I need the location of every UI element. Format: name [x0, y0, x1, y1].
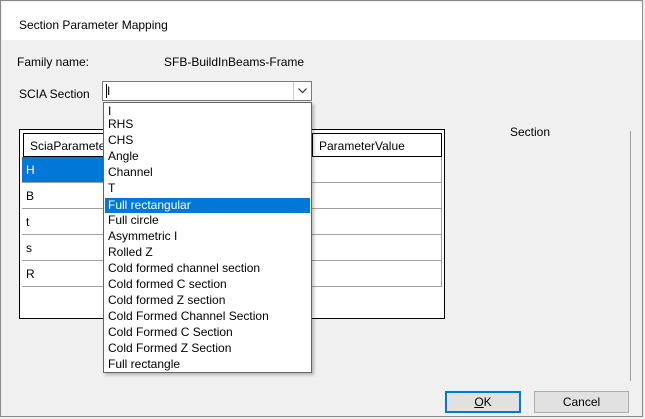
family-name-label: Family name: — [17, 55, 90, 69]
grid-value-cell[interactable] — [312, 209, 442, 235]
grid-value-cell[interactable] — [312, 235, 442, 261]
dropdown-option[interactable]: Cold formed channel section — [105, 262, 310, 275]
family-name-value: SFB-BuildInBeams-Frame — [164, 55, 305, 69]
grid-value-cell[interactable] — [312, 157, 442, 183]
cancel-button[interactable]: Cancel — [534, 391, 629, 413]
dialog-title: Section Parameter Mapping — [19, 18, 168, 32]
grid-cell-t[interactable]: t — [22, 209, 106, 235]
dropdown-option[interactable]: Channel — [105, 166, 310, 179]
dropdown-option[interactable]: CHS — [105, 134, 310, 147]
divider — [630, 131, 631, 381]
scia-section-value: I — [106, 84, 111, 98]
scia-section-combobox[interactable]: I — [102, 81, 312, 101]
dropdown-option[interactable]: Cold Formed Z Section — [105, 342, 310, 355]
grid-value-cell[interactable] — [312, 261, 442, 287]
grid-value-cell[interactable] — [312, 183, 442, 209]
grid-cell-s[interactable]: s — [22, 235, 106, 261]
column-header-parametervalue[interactable]: ParameterValue — [312, 133, 442, 157]
dropdown-option[interactable]: Cold formed Z section — [105, 294, 310, 307]
dropdown-option[interactable]: Cold Formed C Section — [105, 326, 310, 339]
dropdown-option[interactable]: Full rectangle — [105, 358, 310, 371]
chevron-down-icon — [298, 88, 307, 94]
grid-cell-r[interactable]: R — [22, 261, 106, 287]
section-label: Section — [510, 125, 551, 139]
dropdown-option[interactable]: Cold formed C section — [105, 278, 310, 291]
grid-cell-b[interactable]: B — [22, 183, 106, 209]
scia-section-dropdown-list[interactable]: I RHS CHS Angle Channel T Full rectangul… — [103, 102, 312, 373]
title-bar[interactable]: Section Parameter Mapping — [2, 2, 642, 40]
dropdown-button[interactable] — [293, 82, 311, 100]
grid-cell-h[interactable]: H — [22, 157, 106, 183]
dropdown-option[interactable]: Rolled Z — [105, 246, 310, 259]
dropdown-option[interactable]: T — [105, 182, 310, 195]
dropdown-option[interactable]: I — [105, 105, 310, 118]
dropdown-option[interactable]: Full circle — [105, 214, 310, 227]
dropdown-option-highlighted[interactable]: Full rectangular — [105, 198, 310, 213]
dialog-window: Section Parameter Mapping Family name: S… — [0, 0, 643, 417]
dropdown-option[interactable]: Cold Formed Channel Section — [105, 310, 310, 323]
scia-section-label: SCIA Section — [19, 87, 90, 101]
ok-button[interactable]: OK — [445, 391, 521, 413]
dropdown-option[interactable]: Asymmetric I — [105, 230, 310, 243]
dropdown-option[interactable]: RHS — [105, 118, 310, 131]
dropdown-option[interactable]: Angle — [105, 150, 310, 163]
